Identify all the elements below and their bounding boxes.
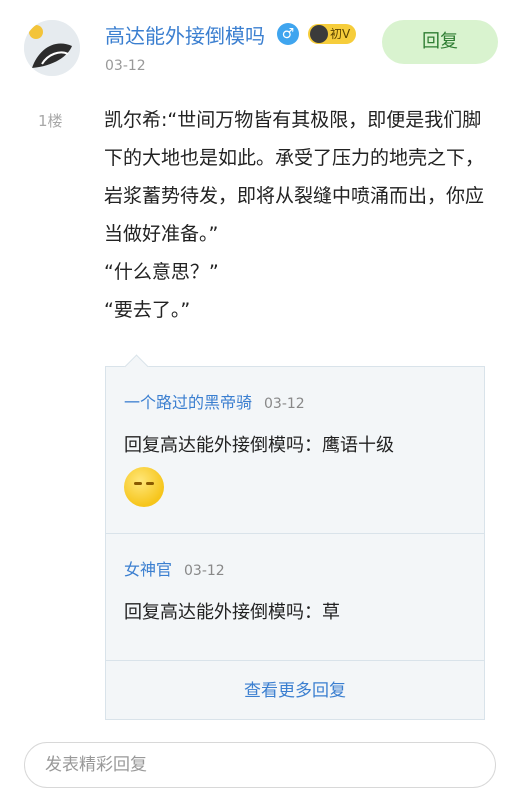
subreply-author[interactable]: 女神官 xyxy=(124,560,172,579)
male-icon: ♂ xyxy=(277,23,299,45)
post-date: 03-12 xyxy=(105,58,146,74)
level-badge-label: 初V xyxy=(330,27,351,41)
floor-number: 1楼 xyxy=(38,112,63,130)
post-header: 高达能外接倒模吗 ♂ 初V 03-12 回复 xyxy=(0,0,521,90)
reply-button[interactable]: 回复 xyxy=(382,20,498,64)
level-badge: 初V xyxy=(308,24,357,44)
sly-smile-emoji-icon xyxy=(124,467,164,507)
post-paragraph: “什么意思？” xyxy=(104,261,219,283)
reply-input[interactable]: 发表精彩回复 xyxy=(24,742,496,788)
username[interactable]: 高达能外接倒模吗 xyxy=(105,20,265,49)
post-content: 凯尔希:“世间万物皆有其极限，即便是我们脚下的大地也是如此。承受了压力的地壳之下… xyxy=(104,101,500,329)
post-paragraph: 凯尔希:“世间万物皆有其极限，即便是我们脚下的大地也是如此。承受了压力的地壳之下… xyxy=(104,109,485,245)
subreply[interactable]: 一个路过的黑帝骑 03-12 回复高达能外接倒模吗：鹰语十级 xyxy=(106,367,484,534)
post-paragraph: “要去了。” xyxy=(104,299,191,321)
cat-icon xyxy=(310,25,328,43)
more-replies-link[interactable]: 查看更多回复 xyxy=(106,661,484,721)
bottom-bar: 发表精彩回复 xyxy=(0,730,521,800)
subreply-author[interactable]: 一个路过的黑帝骑 xyxy=(124,393,252,412)
subreply-text: 回复高达能外接倒模吗：草 xyxy=(124,602,340,623)
subreply-text: 回复高达能外接倒模吗：鹰语十级 xyxy=(124,435,394,456)
subreply-date: 03-12 xyxy=(264,396,305,412)
subreply[interactable]: 女神官 03-12 回复高达能外接倒模吗：草 xyxy=(106,534,484,661)
avatar[interactable] xyxy=(24,20,80,76)
subreply-date: 03-12 xyxy=(184,563,225,579)
subreply-panel: 一个路过的黑帝骑 03-12 回复高达能外接倒模吗：鹰语十级 女神官 03-12 回… xyxy=(105,354,485,721)
